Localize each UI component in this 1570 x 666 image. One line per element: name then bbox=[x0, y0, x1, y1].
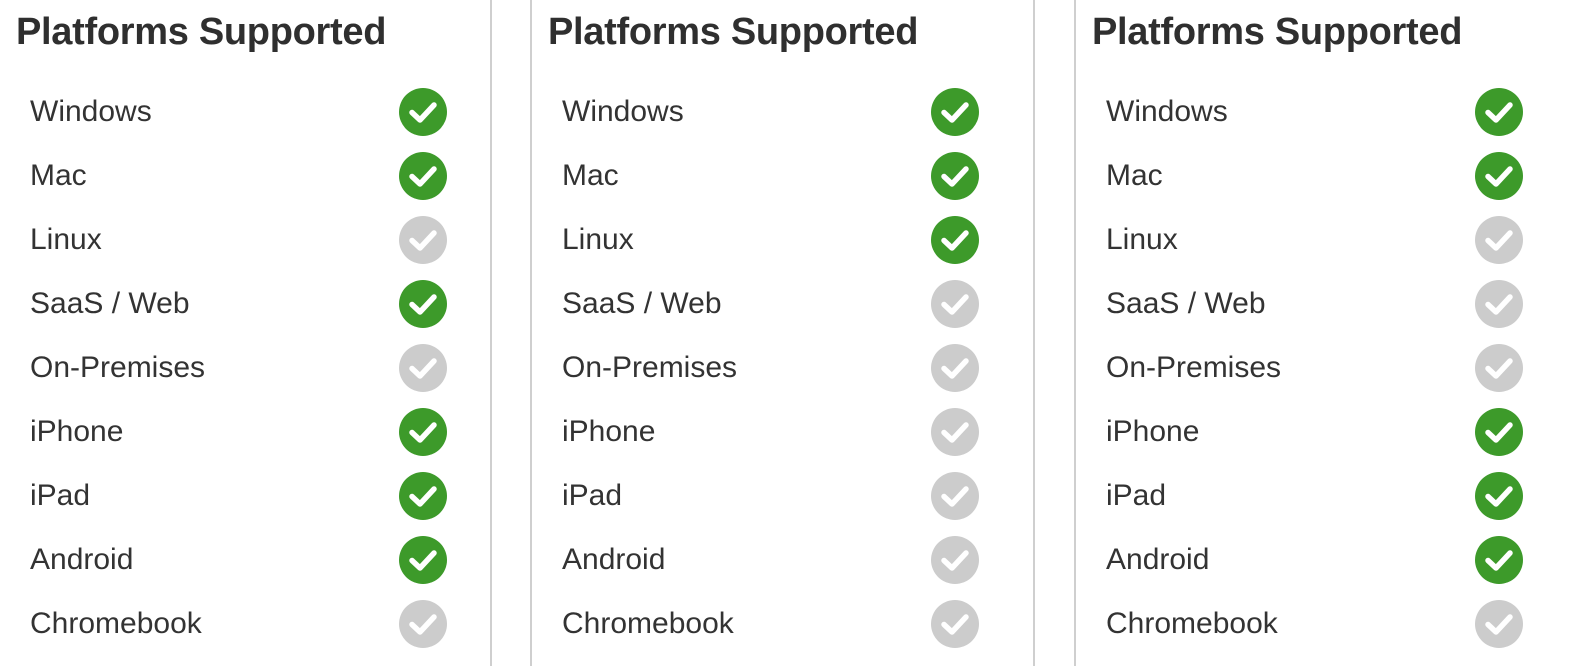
check-circle-gray-icon bbox=[931, 408, 979, 456]
platform-row: Mac bbox=[532, 144, 1034, 208]
platform-row: Android bbox=[1076, 528, 1570, 592]
platform-row: iPhone bbox=[0, 400, 490, 464]
platform-row: iPad bbox=[0, 464, 490, 528]
platform-name: iPhone bbox=[1106, 415, 1200, 448]
platform-name: Android bbox=[1106, 543, 1210, 576]
check-circle-green-icon bbox=[1475, 88, 1523, 136]
check-circle-green-icon bbox=[1475, 408, 1523, 456]
platforms-panel-2: Platforms Supported Windows Mac Linux SaaS … bbox=[532, 0, 1034, 666]
platform-name: SaaS / Web bbox=[1106, 287, 1266, 320]
platform-name: iPad bbox=[1106, 479, 1167, 512]
platform-row: Windows bbox=[0, 80, 490, 144]
platform-row: iPhone bbox=[1076, 400, 1570, 464]
platform-row: Android bbox=[532, 528, 1034, 592]
platform-name: Chromebook bbox=[30, 607, 202, 640]
platform-list: Windows Mac Linux SaaS / Web On-Premises iPho… bbox=[0, 80, 490, 656]
platform-name: Android bbox=[30, 543, 134, 576]
check-circle-gray-icon bbox=[931, 344, 979, 392]
platform-row: SaaS / Web bbox=[0, 272, 490, 336]
platform-row: Mac bbox=[0, 144, 490, 208]
platform-row: SaaS / Web bbox=[532, 272, 1034, 336]
check-circle-gray-icon bbox=[1475, 216, 1523, 264]
panel-title: Platforms Supported bbox=[548, 11, 919, 53]
check-circle-green-icon bbox=[399, 280, 447, 328]
platform-name: iPad bbox=[30, 479, 91, 512]
check-circle-gray-icon bbox=[1475, 280, 1523, 328]
check-circle-gray-icon bbox=[1475, 600, 1523, 648]
platform-row: iPad bbox=[1076, 464, 1570, 528]
check-circle-green-icon bbox=[399, 408, 447, 456]
platform-name: Chromebook bbox=[1106, 607, 1278, 640]
platform-name: Android bbox=[562, 543, 666, 576]
platform-row: On-Premises bbox=[532, 336, 1034, 400]
check-circle-green-icon bbox=[399, 472, 447, 520]
platform-name: Windows bbox=[30, 95, 152, 128]
platforms-panel-3: Platforms Supported Windows Mac Linux SaaS … bbox=[1076, 0, 1570, 666]
check-circle-gray-icon bbox=[399, 216, 447, 264]
platform-row: Chromebook bbox=[0, 592, 490, 656]
platform-row: Chromebook bbox=[1076, 592, 1570, 656]
platforms-panel-1: Platforms Supported Windows Mac Linux SaaS … bbox=[0, 0, 490, 666]
platform-name: On-Premises bbox=[1106, 351, 1282, 384]
check-circle-gray-icon bbox=[399, 344, 447, 392]
platform-row: Chromebook bbox=[532, 592, 1034, 656]
check-circle-green-icon bbox=[1475, 152, 1523, 200]
platform-name: iPhone bbox=[562, 415, 656, 448]
platform-row: Windows bbox=[1076, 80, 1570, 144]
platform-name: SaaS / Web bbox=[562, 287, 722, 320]
platform-name: Linux bbox=[1106, 223, 1178, 256]
check-circle-gray-icon bbox=[1475, 344, 1523, 392]
check-circle-gray-icon bbox=[399, 600, 447, 648]
platform-name: On-Premises bbox=[562, 351, 738, 384]
platform-name: iPad bbox=[562, 479, 623, 512]
platform-name: Linux bbox=[562, 223, 634, 256]
check-circle-green-icon bbox=[399, 152, 447, 200]
panel-title: Platforms Supported bbox=[1092, 11, 1463, 53]
platform-name: Windows bbox=[562, 95, 684, 128]
platform-name: iPhone bbox=[30, 415, 124, 448]
platform-row: Windows bbox=[532, 80, 1034, 144]
platform-name: Mac bbox=[1106, 159, 1163, 192]
platform-name: Linux bbox=[30, 223, 102, 256]
platform-name: SaaS / Web bbox=[30, 287, 190, 320]
check-circle-gray-icon bbox=[931, 280, 979, 328]
platform-name: On-Premises bbox=[30, 351, 206, 384]
platform-row: Linux bbox=[532, 208, 1034, 272]
platform-row: On-Premises bbox=[1076, 336, 1570, 400]
platform-name: Mac bbox=[562, 159, 619, 192]
platform-row: Android bbox=[0, 528, 490, 592]
platform-row: Linux bbox=[0, 208, 490, 272]
check-circle-green-icon bbox=[1475, 536, 1523, 584]
check-circle-green-icon bbox=[931, 152, 979, 200]
panel-title: Platforms Supported bbox=[16, 11, 387, 53]
platform-name: Chromebook bbox=[562, 607, 734, 640]
check-circle-green-icon bbox=[399, 88, 447, 136]
platform-list: Windows Mac Linux SaaS / Web On-Premises iPho… bbox=[1076, 80, 1570, 656]
check-circle-gray-icon bbox=[931, 472, 979, 520]
platform-row: Mac bbox=[1076, 144, 1570, 208]
platform-row: Linux bbox=[1076, 208, 1570, 272]
check-circle-green-icon bbox=[931, 216, 979, 264]
check-circle-green-icon bbox=[399, 536, 447, 584]
platform-row: iPhone bbox=[532, 400, 1034, 464]
platform-row: iPad bbox=[532, 464, 1034, 528]
panel-divider bbox=[490, 0, 492, 666]
platform-row: SaaS / Web bbox=[1076, 272, 1570, 336]
platform-name: Windows bbox=[1106, 95, 1228, 128]
platform-row: On-Premises bbox=[0, 336, 490, 400]
platform-name: Mac bbox=[30, 159, 87, 192]
check-circle-gray-icon bbox=[931, 536, 979, 584]
platform-list: Windows Mac Linux SaaS / Web On-Premises iPho… bbox=[532, 80, 1034, 656]
check-circle-green-icon bbox=[1475, 472, 1523, 520]
check-circle-gray-icon bbox=[931, 600, 979, 648]
check-circle-green-icon bbox=[931, 88, 979, 136]
